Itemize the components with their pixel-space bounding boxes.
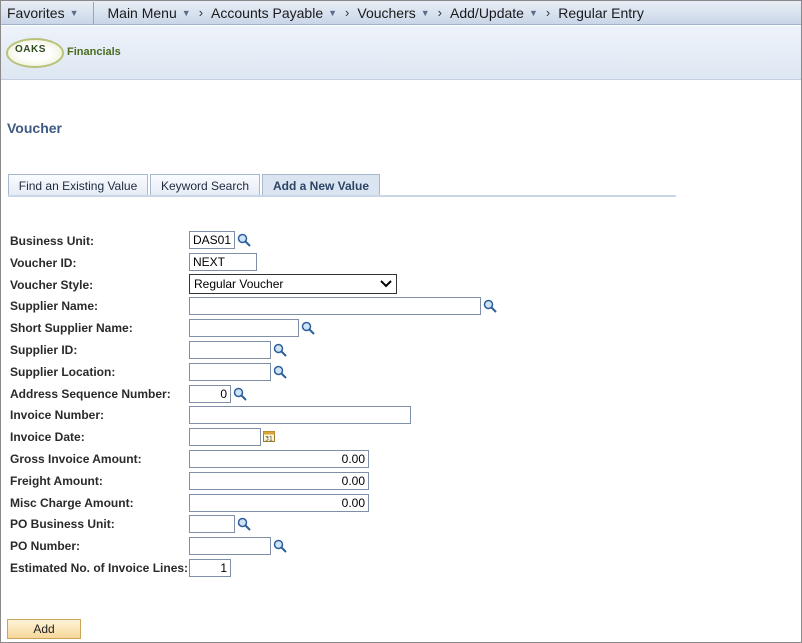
add-button[interactable]: Add xyxy=(7,619,81,639)
logo-text: OAKS xyxy=(15,44,46,55)
tab-label: Find an Existing Value xyxy=(18,178,138,193)
tab-find-existing-value[interactable]: Find an Existing Value xyxy=(8,174,148,196)
tab-underline xyxy=(8,195,676,197)
branding-header: OAKS Financials xyxy=(1,26,801,80)
chevron-down-icon xyxy=(380,280,392,288)
supplier-name-lookup-icon[interactable] xyxy=(483,299,497,313)
chevron-down-icon: ▼ xyxy=(181,7,191,18)
gross-invoice-amount-label: Gross Invoice Amount: xyxy=(10,452,142,466)
short-supplier-name-input[interactable] xyxy=(189,319,299,337)
supplier-location-input[interactable] xyxy=(189,363,271,381)
voucher-style-label: Voucher Style: xyxy=(10,278,94,292)
chevron-down-icon: ▼ xyxy=(69,7,79,18)
tab-keyword-search[interactable]: Keyword Search xyxy=(150,174,260,196)
freight-amount-input[interactable]: 0.00 xyxy=(189,472,369,490)
po-business-unit-input[interactable] xyxy=(189,515,235,533)
voucher-id-input[interactable]: NEXT xyxy=(189,253,257,271)
nav-divider xyxy=(92,1,94,24)
voucher-style-select[interactable]: Regular Voucher xyxy=(189,274,397,294)
supplier-location-label: Supplier Location: xyxy=(10,365,116,379)
chevron-down-icon: ▼ xyxy=(420,7,430,18)
invoice-date-input[interactable] xyxy=(189,428,261,446)
breadcrumb-separator: › xyxy=(198,5,204,20)
invoice-number-input[interactable] xyxy=(189,406,411,424)
breadcrumb-vouchers[interactable]: Vouchers ▼ xyxy=(357,5,429,21)
supplier-location-lookup-icon[interactable] xyxy=(273,365,287,379)
business-unit-lookup-icon[interactable] xyxy=(237,233,251,247)
po-business-unit-lookup-icon[interactable] xyxy=(237,517,251,531)
supplier-name-input[interactable] xyxy=(189,297,481,315)
breadcrumb-separator: › xyxy=(437,5,443,20)
chevron-down-icon: ▼ xyxy=(328,7,338,18)
supplier-id-input[interactable] xyxy=(189,341,271,359)
tab-label: Keyword Search xyxy=(160,178,250,193)
calendar-icon[interactable]: 31 xyxy=(263,430,275,442)
est-invoice-lines-input[interactable]: 1 xyxy=(189,559,231,577)
breadcrumb-separator: › xyxy=(545,5,551,20)
breadcrumb-label: Add/Update xyxy=(450,4,524,21)
gross-invoice-amount-input[interactable]: 0.00 xyxy=(189,450,369,468)
main-menu[interactable]: Main Menu ▼ xyxy=(108,5,191,21)
business-unit-label: Business Unit: xyxy=(10,234,95,248)
breadcrumb-label: Regular Entry xyxy=(558,4,644,21)
voucher-style-value: Regular Voucher xyxy=(194,277,284,291)
top-nav-bar: Favorites ▼ Main Menu ▼ › Accounts Payab… xyxy=(1,1,801,25)
tab-label: Add a New Value xyxy=(272,178,370,193)
breadcrumb-accounts-payable[interactable]: Accounts Payable ▼ xyxy=(211,5,337,21)
short-supplier-name-label: Short Supplier Name: xyxy=(10,321,133,335)
voucher-id-label: Voucher ID: xyxy=(10,256,77,270)
supplier-id-label: Supplier ID: xyxy=(10,343,78,357)
misc-charge-amount-label: Misc Charge Amount: xyxy=(10,496,134,510)
breadcrumb-label: Accounts Payable xyxy=(211,4,324,21)
po-number-lookup-icon[interactable] xyxy=(273,539,287,553)
breadcrumb-separator: › xyxy=(345,5,350,20)
address-sequence-input[interactable]: 0 xyxy=(189,385,231,403)
supplier-name-label: Supplier Name: xyxy=(10,299,99,313)
invoice-number-label: Invoice Number: xyxy=(10,408,105,422)
breadcrumb-regular-entry[interactable]: Regular Entry xyxy=(558,5,644,21)
favorites-menu[interactable]: Favorites ▼ xyxy=(1,1,85,24)
address-sequence-label: Address Sequence Number: xyxy=(10,387,171,401)
po-number-label: PO Number: xyxy=(10,539,81,553)
breadcrumb-label: Vouchers xyxy=(357,4,416,21)
short-supplier-name-lookup-icon[interactable] xyxy=(301,321,315,335)
chevron-down-icon: ▼ xyxy=(528,7,538,18)
svg-text:31: 31 xyxy=(265,436,273,443)
favorites-label: Favorites xyxy=(7,4,65,21)
breadcrumb-add-update[interactable]: Add/Update ▼ xyxy=(450,5,538,21)
misc-charge-amount-input[interactable]: 0.00 xyxy=(189,494,369,512)
page-title: Voucher xyxy=(7,120,62,136)
supplier-id-lookup-icon[interactable] xyxy=(273,343,287,357)
product-name: Financials xyxy=(67,46,121,58)
est-invoice-lines-label: Estimated No. of Invoice Lines: xyxy=(10,561,189,575)
business-unit-input[interactable]: DAS01 xyxy=(189,231,235,249)
po-business-unit-label: PO Business Unit: xyxy=(10,517,115,531)
po-number-input[interactable] xyxy=(189,537,271,555)
address-sequence-lookup-icon[interactable] xyxy=(233,387,247,401)
tab-add-new-value[interactable]: Add a New Value xyxy=(262,174,380,196)
invoice-date-label: Invoice Date: xyxy=(10,430,85,444)
freight-amount-label: Freight Amount: xyxy=(10,474,103,488)
main-menu-label: Main Menu xyxy=(107,4,177,21)
